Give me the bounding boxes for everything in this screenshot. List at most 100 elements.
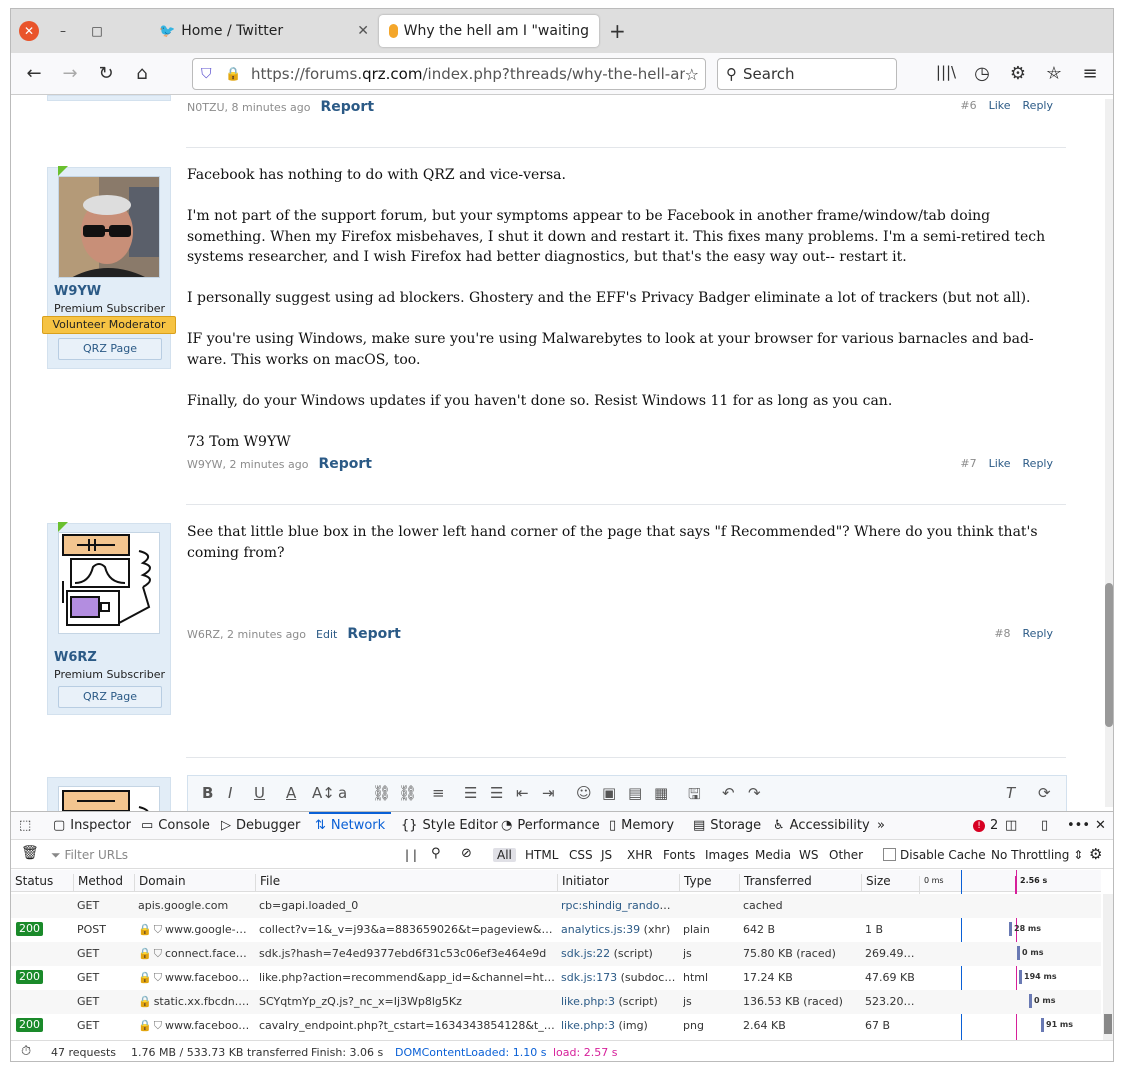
initiator-link[interactable]: analytics.js:39 — [561, 923, 640, 936]
reply-link[interactable]: Reply — [1023, 99, 1053, 112]
redo-icon[interactable]: ↷ — [748, 784, 761, 802]
table-row[interactable]: GET 🔒 static.xx.fbcdn.net SCYqtmYp_zQ.js?_n… — [11, 990, 1101, 1014]
more-tabs-chevron-icon[interactable]: » — [877, 818, 885, 833]
responsive-icon[interactable]: ▯ — [1041, 818, 1048, 833]
window-close-button[interactable]: ✕ — [19, 21, 39, 41]
settings-gear-icon[interactable]: ⚙ — [1007, 63, 1029, 84]
post-number[interactable]: #6 — [960, 99, 976, 112]
font-family-icon[interactable]: a — [338, 784, 347, 802]
col-initiator[interactable]: Initiator — [557, 874, 609, 892]
window-minimize-button[interactable]: – — [53, 21, 73, 41]
type-ws[interactable]: WS — [799, 848, 818, 862]
stopwatch-icon[interactable]: ⏱ — [21, 1044, 31, 1059]
smiley-icon[interactable]: ☺ — [576, 784, 592, 802]
type-media[interactable]: Media — [755, 848, 791, 862]
table-row[interactable]: 200 POST 🔒 ⛉ www.google-… collect?v=1&_v=j93&… — [11, 918, 1101, 942]
image-icon[interactable]: ▣ — [602, 784, 616, 802]
trash-icon[interactable]: 🗑 — [21, 845, 39, 861]
initiator-link[interactable]: sdk.js:173 — [561, 971, 617, 984]
menu-hamburger-icon[interactable]: ≡ — [1079, 63, 1101, 84]
bullet-list-icon[interactable]: ☰ — [464, 784, 477, 802]
clear-format-icon[interactable]: T — [1006, 784, 1015, 802]
undo-icon[interactable]: ↶ — [722, 784, 735, 802]
col-method[interactable]: Method — [73, 874, 123, 892]
tab-debugger[interactable]: ▷ Debugger — [221, 818, 300, 833]
lock-icon[interactable]: 🔒 — [225, 67, 245, 82]
reply-link[interactable]: Reply — [1023, 627, 1053, 640]
shield-icon[interactable]: ⛉ — [201, 66, 221, 82]
network-settings-gear-icon[interactable]: ⚙ — [1089, 845, 1102, 863]
tab-memory[interactable]: ▯ Memory — [609, 818, 674, 833]
history-icon[interactable]: ◷ — [971, 63, 993, 84]
disable-cache-checkbox[interactable]: Disable Cache — [883, 848, 986, 862]
error-count[interactable]: ! 2 — [973, 818, 998, 833]
username-link[interactable]: W9YW — [54, 284, 101, 299]
underline-icon[interactable]: U — [254, 784, 265, 802]
like-link[interactable]: Like — [989, 99, 1011, 112]
col-file[interactable]: File — [255, 874, 280, 892]
forward-arrow-icon[interactable]: → — [59, 63, 81, 84]
tab-close-icon[interactable]: ✕ — [357, 23, 369, 39]
initiator-link[interactable]: like.php:3 — [561, 1019, 615, 1032]
table-row[interactable]: 200 GET 🔒 ⛉ www.faceboo… cavalry_endpoint.php… — [11, 1014, 1101, 1038]
reply-link[interactable]: Reply — [1023, 457, 1053, 470]
type-js[interactable]: JS — [601, 848, 612, 862]
align-icon[interactable]: ≡ — [432, 784, 445, 802]
initiator-link[interactable]: sdk.js:22 — [561, 947, 610, 960]
type-fonts[interactable]: Fonts — [663, 848, 695, 862]
page-scrollbar[interactable] — [1105, 99, 1113, 807]
media-icon[interactable]: ▤ — [628, 784, 642, 802]
url-bar[interactable]: ⛉ 🔒 https://forums. qrz.com/index.php?thr… — [192, 58, 706, 90]
bookmark-star-icon[interactable]: ☆ — [684, 64, 699, 84]
col-domain[interactable]: Domain — [134, 874, 186, 892]
type-xhr[interactable]: XHR — [627, 848, 653, 862]
scrollbar-thumb[interactable] — [1104, 1014, 1112, 1034]
tab-network[interactable]: ⇅ Network — [308, 812, 392, 833]
toggle-bbcode-icon[interactable]: ⟳ — [1038, 784, 1051, 802]
outdent-icon[interactable]: ⇤ — [516, 784, 529, 802]
window-maximize-button[interactable]: □ — [87, 21, 107, 41]
col-transferred[interactable]: Transferred — [739, 874, 812, 892]
tab-accessibility[interactable]: ♿ Accessibility — [773, 818, 870, 833]
qrz-page-button[interactable]: QRZ Page — [58, 686, 162, 708]
close-devtools-icon[interactable]: ✕ — [1095, 818, 1106, 833]
filter-urls-input[interactable]: ⏷ Filter URLs — [51, 848, 128, 863]
font-size-icon[interactable]: A↕ — [312, 784, 335, 802]
avatar[interactable] — [58, 176, 160, 278]
report-link[interactable]: Report — [321, 99, 375, 115]
report-link[interactable]: Report — [318, 456, 372, 472]
username-link[interactable]: W6RZ — [54, 650, 97, 665]
throttling-select[interactable]: No Throttling ⇕ — [991, 848, 1083, 862]
font-color-icon[interactable]: A — [286, 784, 296, 802]
table-icon[interactable]: ▦ — [654, 784, 668, 802]
like-link[interactable]: Like — [989, 457, 1011, 470]
more-options-icon[interactable]: ••• — [1067, 818, 1090, 833]
type-all[interactable]: All — [493, 848, 516, 862]
request-list-scrollbar[interactable] — [1103, 894, 1113, 1040]
table-row[interactable]: GET apis.google.com cb=gapi.loaded_0 rpc:sh… — [11, 894, 1101, 918]
type-css[interactable]: CSS — [569, 848, 593, 862]
type-other[interactable]: Other — [829, 848, 863, 862]
qrz-page-button[interactable]: QRZ Page — [58, 338, 162, 360]
post-number[interactable]: #7 — [960, 457, 976, 470]
extensions-icon[interactable]: ⛤ — [1043, 63, 1065, 84]
back-arrow-icon[interactable]: ← — [23, 63, 45, 84]
col-size[interactable]: Size — [861, 874, 891, 892]
col-status[interactable]: Status — [11, 874, 53, 892]
col-type[interactable]: Type — [679, 874, 712, 892]
search-icon[interactable]: ⚲ — [431, 846, 441, 861]
table-row[interactable]: 200 GET 🔒 ⛉ www.faceboo… like.php?action=reco… — [11, 966, 1101, 990]
report-link[interactable]: Report — [347, 626, 401, 642]
tab-storage[interactable]: ▤ Storage — [693, 818, 761, 833]
tab-twitter[interactable]: 🐦 Home / Twitter ✕ — [149, 15, 377, 47]
dock-icon[interactable]: ◫ — [1005, 818, 1017, 833]
library-icon[interactable]: |||\ — [935, 63, 957, 81]
numbered-list-icon[interactable]: ☰ — [490, 784, 503, 802]
tab-qrz-thread[interactable]: Why the hell am I "waiting — [379, 15, 599, 47]
italic-icon[interactable]: I — [228, 784, 232, 802]
search-input[interactable]: ⚲ Search — [717, 58, 897, 90]
indent-icon[interactable]: ⇥ — [542, 784, 555, 802]
scrollbar-thumb[interactable] — [1105, 583, 1113, 727]
block-icon[interactable]: ⊘ — [461, 846, 472, 861]
table-row[interactable]: GET 🔒 ⛉ connect.face… sdk.js?hash=7e4ed9377e… — [11, 942, 1101, 966]
